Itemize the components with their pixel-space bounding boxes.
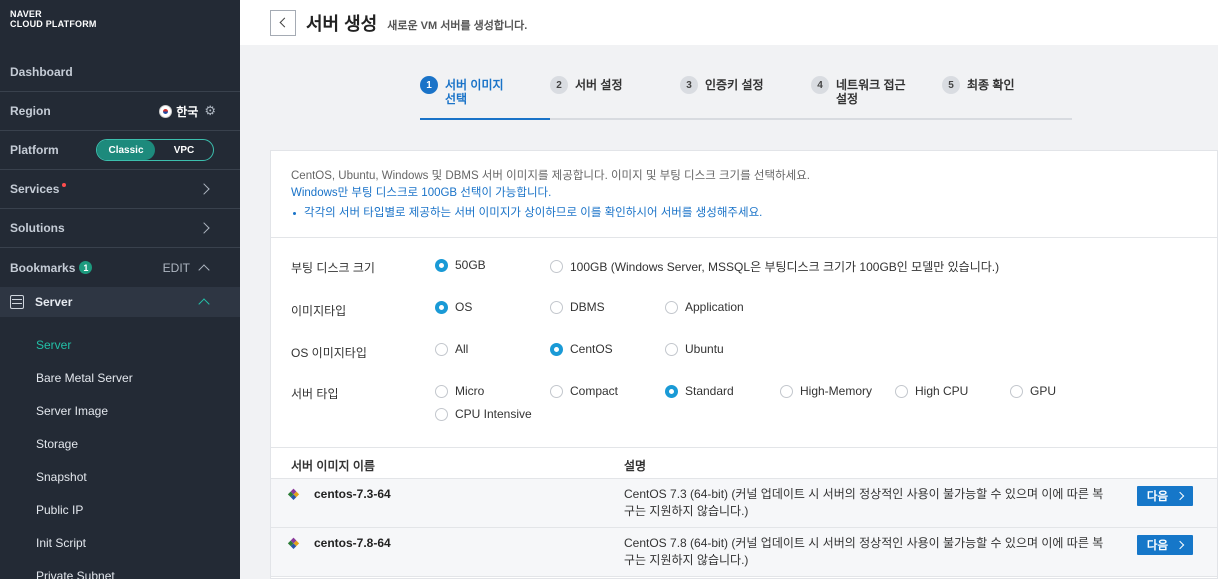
step-2: 2 서버 설정 [550,76,623,94]
page-title: 서버 생성 [306,13,378,34]
sidebar-item-init-script[interactable]: Init Script [36,536,86,550]
step-indicator: 1 서버 이미지 선택 2 서버 설정 3 인증키 설정 4 네트워크 접근 설… [420,76,1072,120]
page-header: 서버 생성 새로운 VM 서버를 생성합니다. [240,0,1218,45]
radio[interactable] [665,342,678,356]
gear-icon[interactable]: ⚙ [204,103,216,119]
sidebar-item-storage[interactable]: Storage [36,437,78,451]
chevron-up-icon [198,298,210,310]
region-value[interactable]: 한국 [176,103,198,120]
sidebar-item-services[interactable]: Services [0,170,240,209]
next-button[interactable]: 다음 [1137,535,1193,555]
column-header-description: 설명 [624,459,647,473]
radio[interactable] [435,407,448,421]
info-bullet: 각각의 서버 타입별로 제공하는 서버 이미지가 상이하므로 이를 확인하시어 … [291,205,1197,222]
chevron-right-icon [198,183,210,195]
image-name-cell: centos-7.8-64 [291,536,391,550]
sidebar-group-server[interactable]: Server [0,287,240,317]
server-type-cpu-intensive-option[interactable]: CPU Intensive [435,407,532,421]
boot-disk-100gb-option[interactable]: 100GB (Windows Server, MSSQL은 부팅디스크 크기가 … [550,258,999,275]
bookmarks-count-badge: 1 [79,261,93,274]
step-3: 3 인증키 설정 [680,76,764,94]
info-note: Windows만 부팅 디스크로 100GB 선택이 가능합니다. [291,187,552,199]
server-type-micro-option[interactable]: Micro [435,384,484,398]
sidebar-item-server-image[interactable]: Server Image [36,404,108,418]
radio[interactable] [895,384,908,398]
chevron-right-icon [198,222,210,234]
server-type-label: 서버 타입 [291,387,339,401]
sidebar-item-dashboard[interactable]: Dashboard [0,53,240,92]
korea-flag-icon [159,104,173,118]
bookmarks-edit-link[interactable]: EDIT [163,261,190,275]
sidebar-item-private-subnet[interactable]: Private Subnet [36,569,115,579]
os-type-ubuntu-option[interactable]: Ubuntu [665,342,724,356]
sidebar-item-public-ip[interactable]: Public IP [36,503,83,517]
radio[interactable] [550,260,563,273]
step-5: 5 최종 확인 [942,76,1015,94]
radio[interactable] [435,384,448,398]
server-type-standard-option[interactable]: Standard [665,384,734,398]
page-subtitle: 새로운 VM 서버를 생성합니다. [387,19,528,32]
server-type-high-memory-option[interactable]: High-Memory [780,384,872,398]
chevron-right-icon [1175,491,1185,501]
os-image-type-label: OS 이미지타입 [291,346,367,360]
back-button[interactable] [270,9,296,36]
boot-disk-50gb-option[interactable]: 50GB [435,258,486,272]
centos-icon [291,489,301,499]
radio-selected[interactable] [665,384,678,398]
radio[interactable] [1010,384,1023,398]
chevron-left-icon [279,17,290,28]
image-type-label: 이미지타입 [291,304,347,318]
platform-vpc-option[interactable]: VPC [155,140,213,160]
next-button[interactable]: 다음 [1137,486,1193,506]
server-type-compact-option[interactable]: Compact [550,384,618,398]
server-type-gpu-option[interactable]: GPU [1010,384,1056,398]
table-row: centos-7.3-64 CentOS 7.3 (64-bit) (커널 업데… [271,479,1217,528]
image-table-header: 서버 이미지 이름 설명 [271,447,1217,479]
image-description-cell: CentOS 7.8 (64-bit) (커널 업데이트 시 서버의 정상적인 … [624,536,1104,567]
radio[interactable] [665,300,678,314]
server-image-panel: CentOS, Ubuntu, Windows 및 DBMS 서버 이미지를 제… [270,150,1218,579]
sidebar-platform: Platform Classic VPC [0,131,240,170]
image-description-cell: CentOS 7.3 (64-bit) (커널 업데이트 시 서버의 정상적인 … [624,487,1104,518]
column-header-name: 서버 이미지 이름 [291,459,375,473]
radio-selected[interactable] [435,300,448,314]
server-icon [10,295,24,309]
sidebar-item-bare-metal-server[interactable]: Bare Metal Server [36,371,133,385]
chevron-right-icon [1175,540,1185,550]
brand-logo[interactable]: NAVER CLOUD PLATFORM [0,0,240,45]
radio-selected[interactable] [435,258,448,272]
os-type-centos-option[interactable]: CentOS [550,342,613,356]
step-1: 1 서버 이미지 선택 [420,76,504,106]
new-indicator-dot [62,183,67,187]
radio[interactable] [435,342,448,356]
sidebar-item-bookmarks[interactable]: Bookmarks 1 EDIT [0,248,240,287]
image-type-os-option[interactable]: OS [435,300,472,314]
active-step-underline [420,118,550,120]
image-type-application-option[interactable]: Application [665,300,744,314]
radio[interactable] [550,384,563,398]
sidebar-item-solutions[interactable]: Solutions [0,209,240,248]
sidebar-item-server[interactable]: Server [36,338,71,352]
server-type-high-cpu-option[interactable]: High CPU [895,384,968,398]
os-type-all-option[interactable]: All [435,342,468,356]
radio[interactable] [780,384,793,398]
main-content: 서버 생성 새로운 VM 서버를 생성합니다. 1 서버 이미지 선택 2 서버… [240,0,1218,579]
step-4: 4 네트워크 접근 설정 [811,76,906,106]
platform-toggle[interactable]: Classic VPC [96,139,214,161]
sidebar-item-snapshot[interactable]: Snapshot [36,470,87,484]
chevron-up-icon[interactable] [198,263,210,276]
info-text: CentOS, Ubuntu, Windows 및 DBMS 서버 이미지를 제… [291,170,810,182]
info-box: CentOS, Ubuntu, Windows 및 DBMS 서버 이미지를 제… [271,151,1217,238]
boot-disk-label: 부팅 디스크 크기 [291,261,375,275]
platform-classic-option[interactable]: Classic [97,140,155,160]
image-name-cell: centos-7.3-64 [291,487,391,501]
radio[interactable] [550,300,563,314]
sidebar-region: Region 한국 ⚙ [0,92,240,131]
image-type-dbms-option[interactable]: DBMS [550,300,605,314]
table-row: centos-7.8-64 CentOS 7.8 (64-bit) (커널 업데… [271,528,1217,577]
sidebar: NAVER CLOUD PLATFORM Dashboard Region 한국… [0,0,240,579]
radio-selected[interactable] [550,342,563,356]
centos-icon [291,538,301,548]
